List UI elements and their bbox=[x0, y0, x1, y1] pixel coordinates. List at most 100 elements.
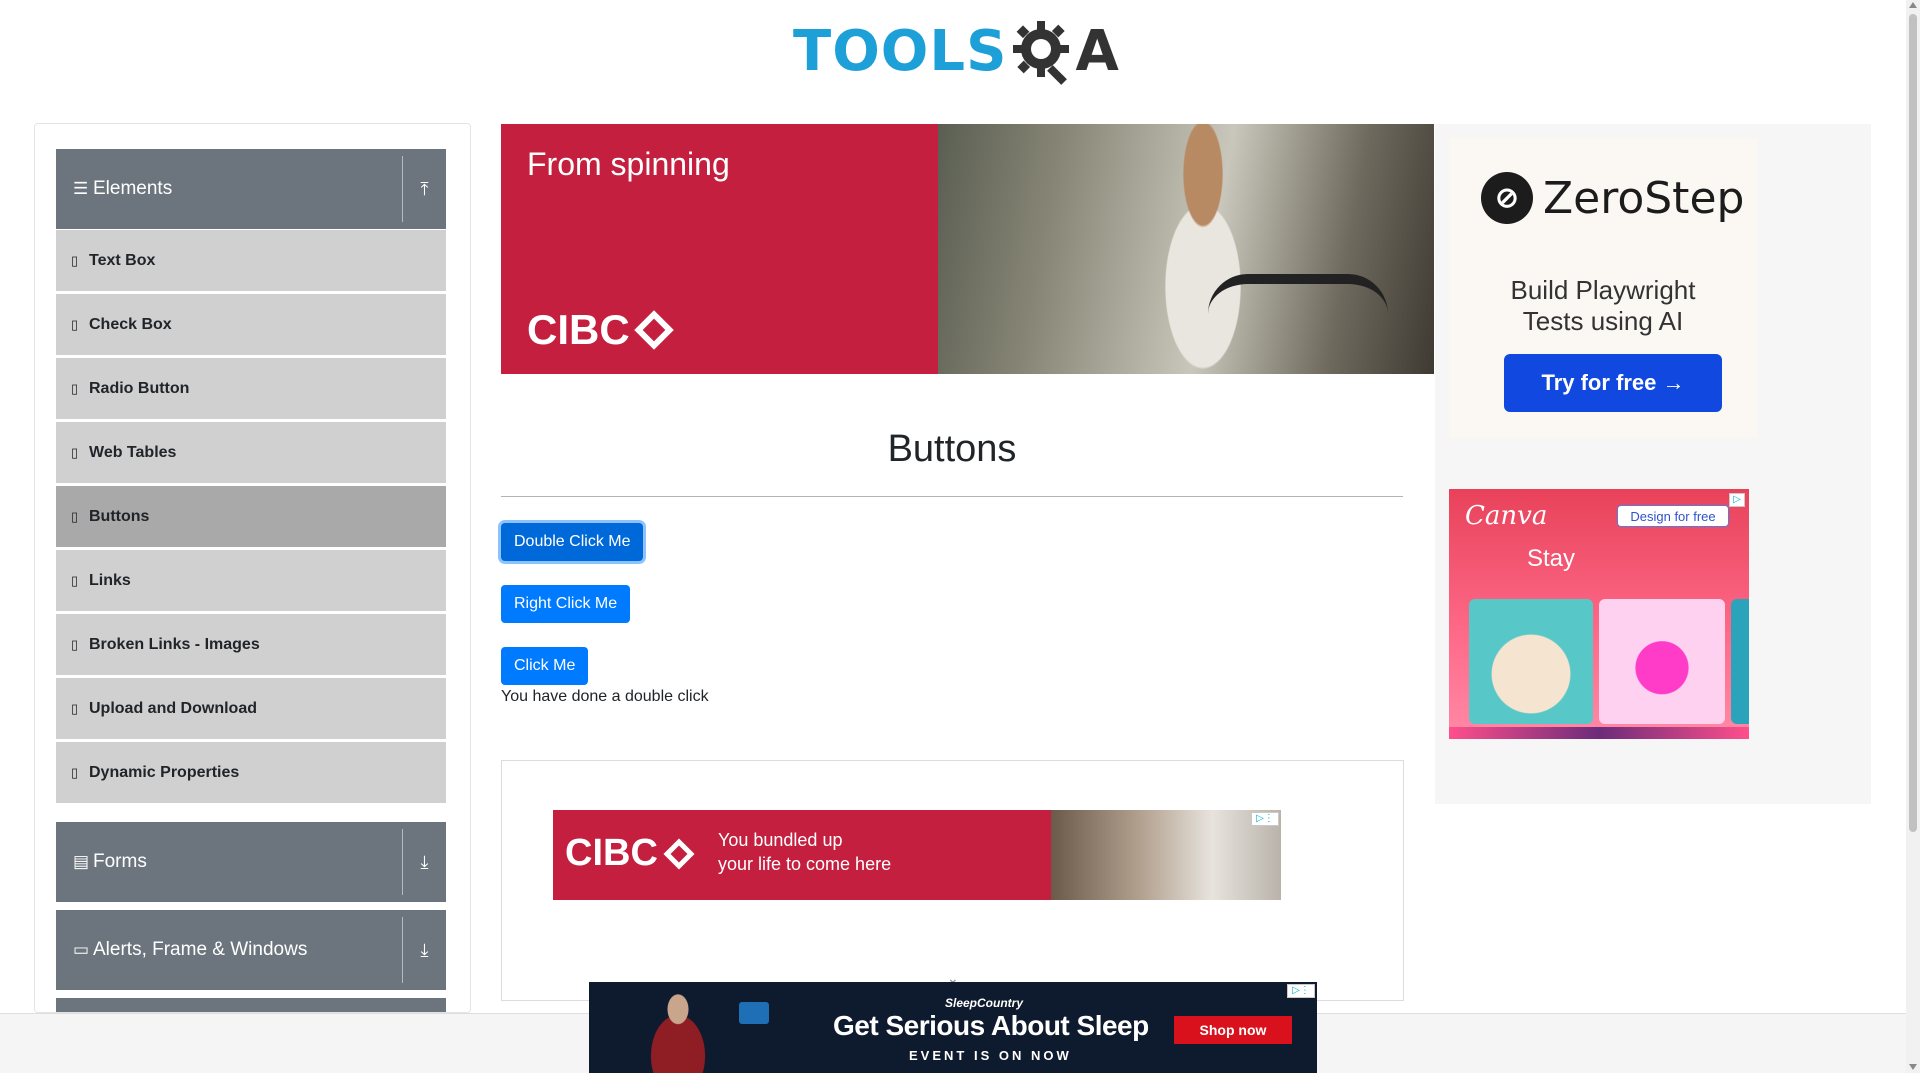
double-click-message: You have done a double click bbox=[501, 688, 709, 705]
ad-headline: From spinning bbox=[527, 146, 730, 182]
sidebar-group-alerts[interactable]: ▭ Alerts, Frame & Windows ⤓ bbox=[56, 910, 446, 990]
zerostep-mark-icon: ⊘ bbox=[1481, 172, 1533, 224]
item-icon: ▯ bbox=[71, 572, 79, 588]
sidebar-item-text-box[interactable]: ▯ Text Box bbox=[56, 230, 446, 292]
group-divider bbox=[402, 156, 403, 222]
sidebar-group-forms[interactable]: ▤ Forms ⤓ bbox=[56, 822, 446, 902]
scrollbar[interactable] bbox=[1906, 0, 1920, 1073]
click-me-button[interactable]: Click Me bbox=[501, 647, 589, 685]
logo-tools-text: TOOLS bbox=[793, 19, 1008, 84]
ad-tv bbox=[739, 1002, 769, 1024]
sidebar-item-label: Buttons bbox=[89, 507, 150, 525]
sidebar-item-label: Dynamic Properties bbox=[89, 763, 240, 781]
canva-logo: Canva bbox=[1465, 501, 1548, 531]
cibc-diamond-icon bbox=[633, 310, 674, 350]
ad-subline: EVENT IS ON NOW bbox=[909, 1048, 1072, 1063]
sidebar-item-web-tables[interactable]: ▯ Web Tables bbox=[56, 422, 446, 484]
title-divider bbox=[501, 496, 1403, 497]
group-divider bbox=[402, 917, 403, 983]
swirl-image bbox=[1599, 599, 1725, 724]
item-icon: ▯ bbox=[71, 252, 79, 268]
sidebar-group-elements[interactable]: ☰ Elements ⤒ bbox=[56, 149, 446, 229]
sidebar-group-label: Forms bbox=[93, 851, 147, 872]
gear-icon bbox=[1013, 21, 1070, 85]
sidebar-item-label: Broken Links - Images bbox=[89, 635, 260, 653]
sidebar-item-dynamic-properties[interactable]: ▯ Dynamic Properties bbox=[56, 742, 446, 804]
right-click-button[interactable]: Right Click Me bbox=[501, 585, 631, 623]
sidebar-item-broken-links[interactable]: ▯ Broken Links - Images bbox=[56, 614, 446, 676]
item-icon: ▯ bbox=[71, 700, 79, 716]
ad-line-1: You bundled up bbox=[718, 830, 843, 850]
cibc-logo-text: CIBC bbox=[527, 306, 630, 353]
sidebar-item-check-box[interactable]: ▯ Check Box bbox=[56, 294, 446, 356]
ad-line-2: your life to come here bbox=[718, 854, 892, 874]
ad-photo bbox=[1051, 810, 1281, 900]
design-for-free-button[interactable]: Design for free bbox=[1617, 505, 1729, 527]
adchoices-icon[interactable]: ▷⋮ bbox=[1287, 984, 1315, 998]
zerostep-tagline-2: Tests using AI bbox=[1522, 306, 1684, 336]
item-icon: ▯ bbox=[71, 444, 79, 460]
adchoices-icon[interactable]: ▷ bbox=[1729, 493, 1745, 507]
hamburger-icon: ☰ bbox=[73, 179, 89, 198]
try-for-free-button[interactable]: Try for free → bbox=[1504, 354, 1722, 412]
sidebar-group-next[interactable] bbox=[56, 998, 446, 1012]
sidebar-item-label: Upload and Download bbox=[89, 699, 257, 717]
ad-headline: Get Serious About Sleep bbox=[833, 1010, 1149, 1041]
cake-image bbox=[1469, 599, 1593, 724]
sidebar-item-buttons[interactable]: ▯ Buttons bbox=[56, 486, 446, 548]
adchoices-icon[interactable]: ▷⋮ bbox=[1251, 812, 1279, 826]
double-click-button[interactable]: Double Click Me bbox=[501, 523, 644, 561]
scroll-up-icon[interactable] bbox=[1909, 2, 1917, 8]
sidebar-item-label: Radio Button bbox=[89, 379, 190, 397]
item-icon: ▯ bbox=[71, 636, 79, 652]
arrow-down-icon[interactable]: ⤓ bbox=[403, 852, 446, 873]
image-strip bbox=[1449, 727, 1749, 739]
sidebar-item-links[interactable]: ▯ Links bbox=[56, 550, 446, 612]
bike-handlebar bbox=[1208, 274, 1388, 374]
window-icon: ▭ bbox=[73, 940, 90, 959]
cibc-logo-text: CIBC bbox=[565, 832, 658, 874]
sleepcountry-ad[interactable]: SleepCountry Get Serious About Sleep EVE… bbox=[589, 982, 1317, 1073]
canva-ad[interactable]: Canva Design for free Stay ▷ bbox=[1449, 489, 1749, 739]
sidebar-group-label: Elements bbox=[93, 178, 173, 199]
sidebar-item-upload-download[interactable]: ▯ Upload and Download bbox=[56, 678, 446, 740]
tile-image bbox=[1731, 599, 1749, 724]
zerostep-name: ZeroStep bbox=[1543, 172, 1745, 224]
shop-now-button[interactable]: Shop now bbox=[1174, 1016, 1292, 1044]
cibc-logo: CIBC bbox=[565, 832, 695, 875]
cibc-banner-ad[interactable]: From spinning CIBC bbox=[501, 124, 1434, 374]
sidebar-item-label: Web Tables bbox=[89, 443, 177, 461]
logo-a-text: A bbox=[1075, 19, 1119, 84]
page-title: Buttons bbox=[887, 428, 1017, 470]
sidebar-group-label: Alerts, Frame & Windows bbox=[93, 939, 308, 960]
sleepcountry-logo: SleepCountry bbox=[945, 996, 1024, 1010]
sidebar: ☰ Elements ⤒ ▯ Text Box ▯ Check Box ▯ Ra… bbox=[34, 123, 471, 1013]
cibc-diamond-icon bbox=[663, 837, 695, 870]
page: TOOLS A ☰ Elements ⤒ ▯ Text Box ▯ Check … bbox=[0, 0, 1920, 1073]
ad-photo bbox=[938, 124, 1434, 374]
sidebar-item-label: Links bbox=[89, 571, 131, 589]
item-icon: ▯ bbox=[71, 764, 79, 780]
arrow-up-icon[interactable]: ⤒ bbox=[403, 179, 446, 200]
canva-text: Stay bbox=[1527, 545, 1576, 572]
sidebar-item-label: Check Box bbox=[89, 315, 172, 333]
arrow-down-icon[interactable]: ⤓ bbox=[403, 940, 446, 961]
zerostep-tagline-1: Build Playwright bbox=[1510, 275, 1696, 305]
toolsqa-logo[interactable]: TOOLS A bbox=[793, 14, 1119, 90]
ad-container: CIBC You bundled up your life to come he… bbox=[501, 760, 1404, 1001]
document-icon: ▤ bbox=[73, 852, 90, 871]
item-icon: ▯ bbox=[71, 380, 79, 396]
cibc-logo: CIBC bbox=[527, 306, 674, 354]
scroll-down-icon[interactable] bbox=[1909, 1064, 1917, 1070]
ad-figure bbox=[633, 988, 723, 1073]
sidebar-item-label: Text Box bbox=[89, 251, 156, 269]
cibc-inline-ad[interactable]: CIBC You bundled up your life to come he… bbox=[553, 810, 1281, 900]
sidebar-item-radio-button[interactable]: ▯ Radio Button bbox=[56, 358, 446, 420]
right-ad-panel: ⊘ ZeroStep Build Playwright Tests using … bbox=[1435, 124, 1871, 804]
item-icon: ▯ bbox=[71, 508, 79, 524]
zerostep-ad[interactable]: ⊘ ZeroStep Build Playwright Tests using … bbox=[1449, 138, 1757, 438]
scrollbar-thumb[interactable] bbox=[1909, 14, 1917, 832]
group-divider bbox=[402, 829, 403, 895]
item-icon: ▯ bbox=[71, 316, 79, 332]
zerostep-logo: ⊘ ZeroStep bbox=[1481, 172, 1744, 224]
